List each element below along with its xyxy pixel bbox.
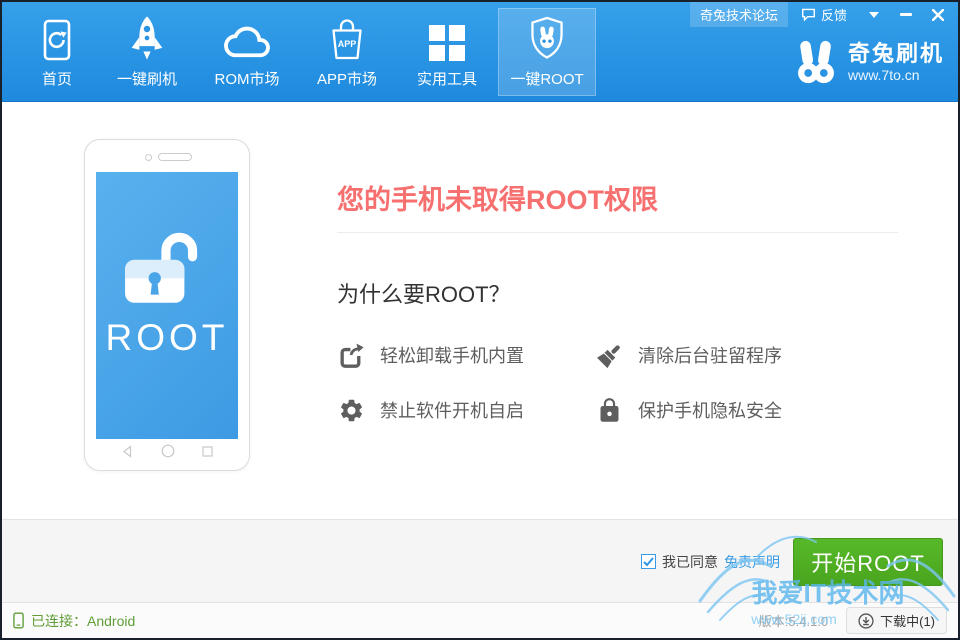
titlebar-controls: 奇兔技术论坛 反馈 <box>690 2 952 27</box>
tab-rom-market[interactable]: ROM市场 <box>198 8 296 96</box>
menu-dropdown-button[interactable] <box>860 4 888 26</box>
phone-speaker-slot <box>158 153 192 161</box>
forum-link[interactable]: 奇兔技术论坛 <box>690 2 788 27</box>
android-recents-icon <box>202 446 213 457</box>
list-item: 保护手机隐私安全 <box>595 396 898 424</box>
list-item: 轻松卸载手机内置 <box>337 341 595 369</box>
brand-logo: 奇兔刷机 www.7to.cn <box>793 38 944 86</box>
connected-phone-icon <box>13 612 24 629</box>
main-content: ROOT 您的手机未取得ROOT权限 为什么要ROOT？ <box>2 102 958 519</box>
root-benefits-list: 轻松卸载手机内置 清除后台驻留程序 <box>337 341 898 424</box>
list-item: 清除后台驻留程序 <box>595 341 898 369</box>
android-home-icon <box>161 444 175 458</box>
close-button[interactable] <box>924 4 952 26</box>
app-bag-text: APP <box>338 39 357 49</box>
app-bag-icon: APP <box>327 15 367 61</box>
disclaimer-link[interactable]: 免责声明 <box>724 552 780 572</box>
chevron-down-icon <box>868 11 880 19</box>
phone-nav-buttons <box>85 444 249 458</box>
benefit-label: 清除后台驻留程序 <box>638 342 782 368</box>
tools-grid-icon <box>429 15 465 61</box>
header: 首页 一键刷机 <box>2 2 958 102</box>
connection-status: 已连接：Android <box>13 611 135 631</box>
agree-checkbox[interactable] <box>641 554 656 569</box>
tab-label: 首页 <box>42 68 72 89</box>
list-item: 禁止软件开机自启 <box>337 396 595 424</box>
benefit-label: 轻松卸载手机内置 <box>380 342 524 368</box>
phone-screen: ROOT <box>96 172 238 439</box>
main-nav: 首页 一键刷机 <box>18 8 596 96</box>
checkmark-icon <box>643 557 654 567</box>
rocket-icon <box>129 15 165 61</box>
close-icon <box>932 9 944 21</box>
phone-camera-dot <box>145 154 152 161</box>
brand-name: 奇兔刷机 <box>848 41 944 66</box>
shield-rabbit-icon <box>527 15 567 61</box>
phone-illustration: ROOT <box>84 139 250 471</box>
action-bar: 我已同意 免责声明 开始ROOT <box>2 519 958 603</box>
minimize-icon <box>900 13 912 17</box>
tab-flash[interactable]: 一键刷机 <box>98 8 196 96</box>
why-root-heading: 为什么要ROOT？ <box>337 277 898 309</box>
version-label: 版本:5.4.1.0 <box>759 611 828 630</box>
brush-icon <box>595 341 623 369</box>
chat-bubble-icon <box>801 8 816 21</box>
lock-icon <box>595 396 623 424</box>
download-manager-button[interactable]: 下载中(1) <box>846 607 947 634</box>
gear-icon <box>337 396 365 424</box>
status-bar-right: 版本:5.4.1.0 下载中(1) <box>759 607 947 634</box>
tab-home[interactable]: 首页 <box>18 8 96 96</box>
page-title: 您的手机未取得ROOT权限 <box>337 178 898 217</box>
tab-app-market[interactable]: APP APP市场 <box>298 8 396 96</box>
tab-label: 一键刷机 <box>117 68 177 89</box>
home-refresh-icon <box>39 15 75 61</box>
connection-text: 已连接：Android <box>31 611 135 631</box>
feedback-button[interactable]: 反馈 <box>792 2 856 27</box>
cloud-icon <box>221 15 273 61</box>
brand-url: www.7to.cn <box>848 67 944 83</box>
agree-label: 我已同意 <box>662 552 718 572</box>
download-icon <box>858 613 874 629</box>
tab-tools[interactable]: 实用工具 <box>398 8 496 96</box>
title-divider <box>337 232 898 233</box>
tab-label: APP市场 <box>317 68 377 89</box>
agreement-row: 我已同意 免责声明 <box>641 552 780 572</box>
download-label: 下载中(1) <box>880 611 935 630</box>
status-bar: 已连接：Android 版本:5.4.1.0 下载中(1) <box>2 602 958 638</box>
rabbit-logo-icon <box>793 38 839 86</box>
tab-label: 一键ROOT <box>510 68 583 89</box>
unlocked-padlock-icon <box>121 227 213 305</box>
tab-label: ROM市场 <box>215 68 280 89</box>
uninstall-icon <box>337 341 365 369</box>
tab-one-key-root[interactable]: 一键ROOT <box>498 8 596 96</box>
phone-root-label: ROOT <box>106 317 229 359</box>
app-window: 首页 一键刷机 <box>0 0 960 640</box>
benefit-label: 禁止软件开机自启 <box>380 397 524 423</box>
root-info-panel: 您的手机未取得ROOT权限 为什么要ROOT？ 轻松卸载手机内置 <box>337 102 898 424</box>
benefit-label: 保护手机隐私安全 <box>638 397 782 423</box>
minimize-button[interactable] <box>892 4 920 26</box>
start-root-button[interactable]: 开始ROOT <box>793 538 943 586</box>
feedback-label: 反馈 <box>821 5 847 24</box>
tab-label: 实用工具 <box>417 68 477 89</box>
android-back-icon <box>121 445 133 458</box>
